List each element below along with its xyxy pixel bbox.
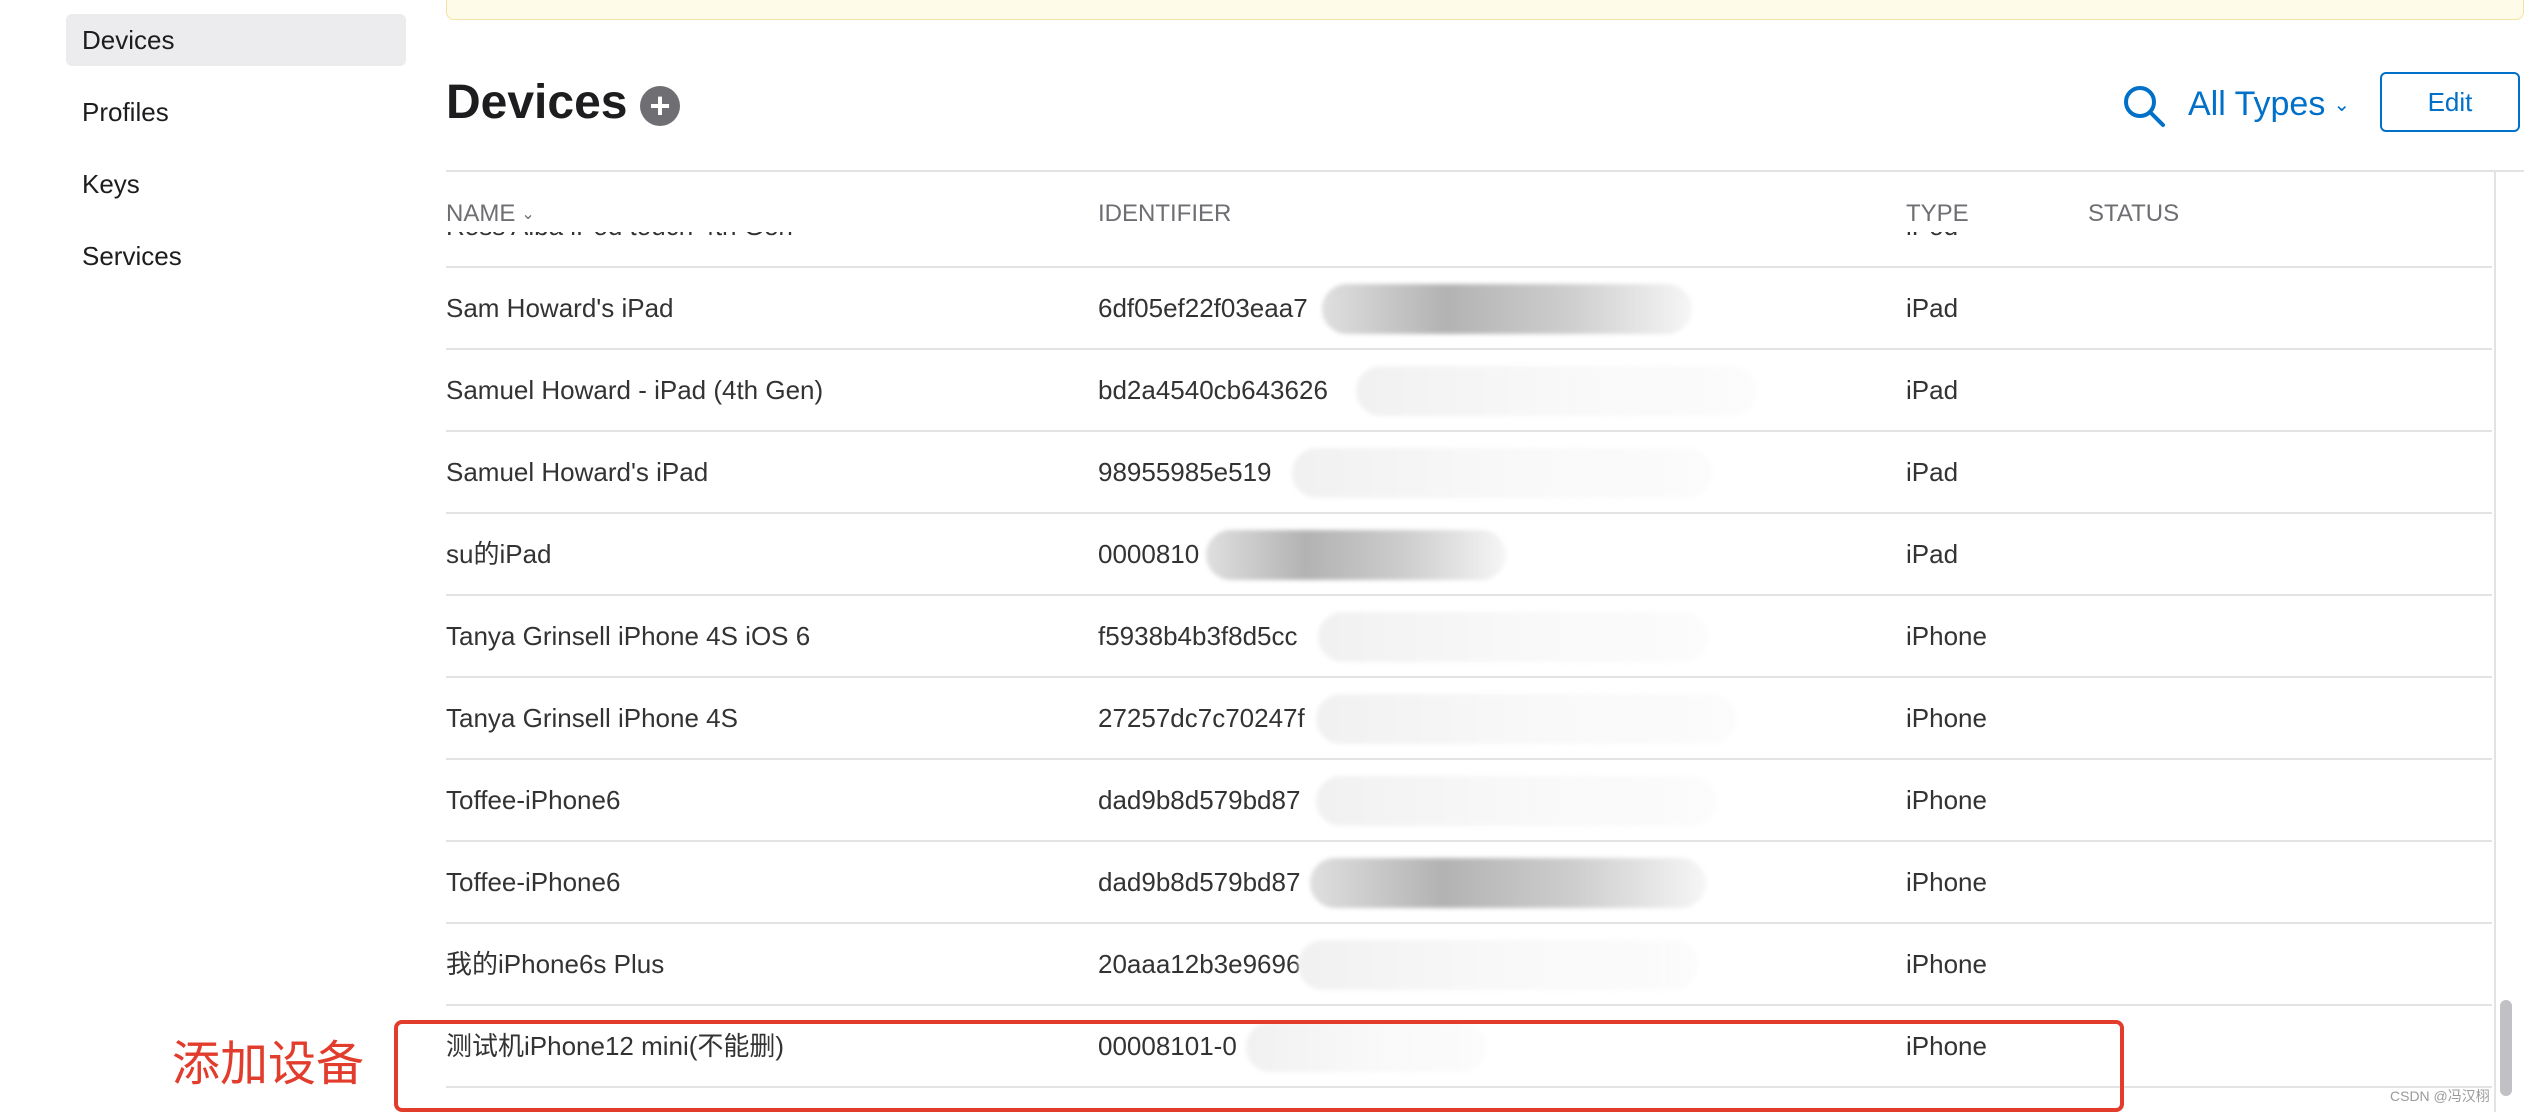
notice-banner	[446, 0, 2524, 20]
redaction-mask	[1310, 858, 1706, 908]
page: Devices Profiles Keys Services Devices +…	[0, 0, 2544, 1112]
column-header-status[interactable]: STATUS	[2088, 198, 2179, 230]
device-name: Toffee-iPhone6	[446, 867, 621, 897]
page-title: Devices	[446, 76, 628, 129]
scrollbar-track	[2494, 172, 2496, 1112]
device-identifier: 27257dc7c70247f	[1098, 703, 1305, 733]
device-name: Samuel Howard - iPad (4th Gen)	[446, 375, 824, 405]
sidebar-item-keys[interactable]: Keys	[66, 158, 406, 210]
device-name: Tanya Grinsell iPhone 4S	[446, 703, 738, 733]
column-header-name[interactable]: NAME ⌄	[446, 198, 535, 233]
device-type: iPhone	[1906, 785, 1987, 815]
type-filter-dropdown[interactable]: All Types ⌄	[2188, 80, 2350, 133]
redaction-mask	[1318, 612, 1708, 662]
table-row[interactable]: Toffee-iPhone6 dad9b8d579bd87 iPhone	[446, 760, 2492, 842]
table-row[interactable]: Sam Howard's iPad 6df05ef22f03eaa7 iPad	[446, 268, 2492, 350]
redaction-mask	[1206, 530, 1506, 580]
watermark: CSDN @冯汉栩	[2390, 1088, 2490, 1104]
sidebar-item-devices[interactable]: Devices	[66, 14, 406, 66]
sidebar-item-services[interactable]: Services	[66, 230, 406, 282]
add-device-button[interactable]: +	[640, 86, 680, 126]
redaction-mask	[1356, 366, 1756, 416]
table-row[interactable]: 我的iPhone6s Plus 20aaa12b3e9696 iPhone	[446, 924, 2492, 1006]
sidebar: Devices Profiles Keys Services	[0, 0, 420, 1112]
device-type: iPhone	[1906, 867, 1987, 897]
scrollbar-thumb[interactable]	[2500, 1000, 2512, 1096]
redaction-mask	[1292, 448, 1712, 498]
device-name: Sam Howard's iPad	[446, 293, 674, 323]
redaction-mask	[1316, 694, 1736, 744]
redaction-mask	[1322, 284, 1692, 334]
redaction-mask	[1298, 940, 1698, 990]
device-name: Ross Alba iPod touch 4th Gen	[446, 232, 793, 266]
column-header-identifier[interactable]: IDENTIFIER	[1098, 198, 1231, 230]
chevron-down-icon: ⌄	[521, 206, 535, 223]
column-header-name-label: NAME	[446, 200, 516, 227]
device-identifier: f5938b4b3f8d5cc	[1098, 621, 1298, 651]
device-name: Samuel Howard's iPad	[446, 457, 709, 487]
search-button[interactable]	[2120, 82, 2168, 130]
annotation-label: 添加设备	[172, 1036, 365, 1092]
table-top-divider	[446, 170, 2524, 172]
type-filter-label: All Types	[2188, 85, 2326, 123]
annotation-highlight-box	[394, 1020, 2124, 1112]
sidebar-item-profiles[interactable]: Profiles	[66, 86, 406, 138]
device-identifier: 98955985e519	[1098, 457, 1272, 487]
device-type: iPhone	[1906, 703, 1987, 733]
device-type: iPad	[1906, 293, 1959, 323]
device-type: iPhone	[1906, 949, 1987, 979]
device-identifier: dad9b8d579bd87	[1098, 785, 1301, 815]
plus-circle-icon: +	[649, 85, 671, 126]
device-type: iPad	[1906, 539, 1959, 569]
search-icon	[2124, 86, 2165, 127]
table-row[interactable]: su的iPad 0000810 iPad	[446, 514, 2492, 596]
device-name: Toffee-iPhone6	[446, 785, 621, 815]
table-row[interactable]: Ross Alba iPod touch 4th Gen iPod	[446, 232, 2492, 268]
table-row[interactable]: Samuel Howard's iPad 98955985e519 iPad	[446, 432, 2492, 514]
table-row[interactable]: Tanya Grinsell iPhone 4S iOS 6 f5938b4b3…	[446, 596, 2492, 678]
device-name: 我的iPhone6s Plus	[446, 949, 665, 979]
device-type: iPod	[1906, 232, 1958, 266]
table-row[interactable]: Samuel Howard - iPad (4th Gen) bd2a4540c…	[446, 350, 2492, 432]
device-type: iPad	[1906, 457, 1959, 487]
device-identifier: 20aaa12b3e9696	[1098, 949, 1301, 979]
device-identifier: 0000810	[1098, 539, 1200, 569]
device-type: iPad	[1906, 375, 1959, 405]
device-name: Tanya Grinsell iPhone 4S iOS 6	[446, 621, 811, 651]
chevron-down-icon: ⌄	[2333, 94, 2351, 116]
device-identifier: dad9b8d579bd87	[1098, 867, 1301, 897]
redaction-mask	[1316, 776, 1716, 826]
device-table-body: Ross Alba iPod touch 4th Gen iPod Sam Ho…	[446, 232, 2492, 1112]
device-identifier: 6df05ef22f03eaa7	[1098, 293, 1308, 323]
column-header-type[interactable]: TYPE	[1906, 198, 1969, 230]
device-identifier: bd2a4540cb643626	[1098, 375, 1328, 405]
table-row[interactable]: Tanya Grinsell iPhone 4S 27257dc7c70247f…	[446, 678, 2492, 760]
device-type: iPhone	[1906, 621, 1987, 651]
edit-button[interactable]: Edit	[2380, 72, 2520, 132]
table-row[interactable]: Toffee-iPhone6 dad9b8d579bd87 iPhone	[446, 842, 2492, 924]
device-name: su的iPad	[446, 539, 552, 569]
